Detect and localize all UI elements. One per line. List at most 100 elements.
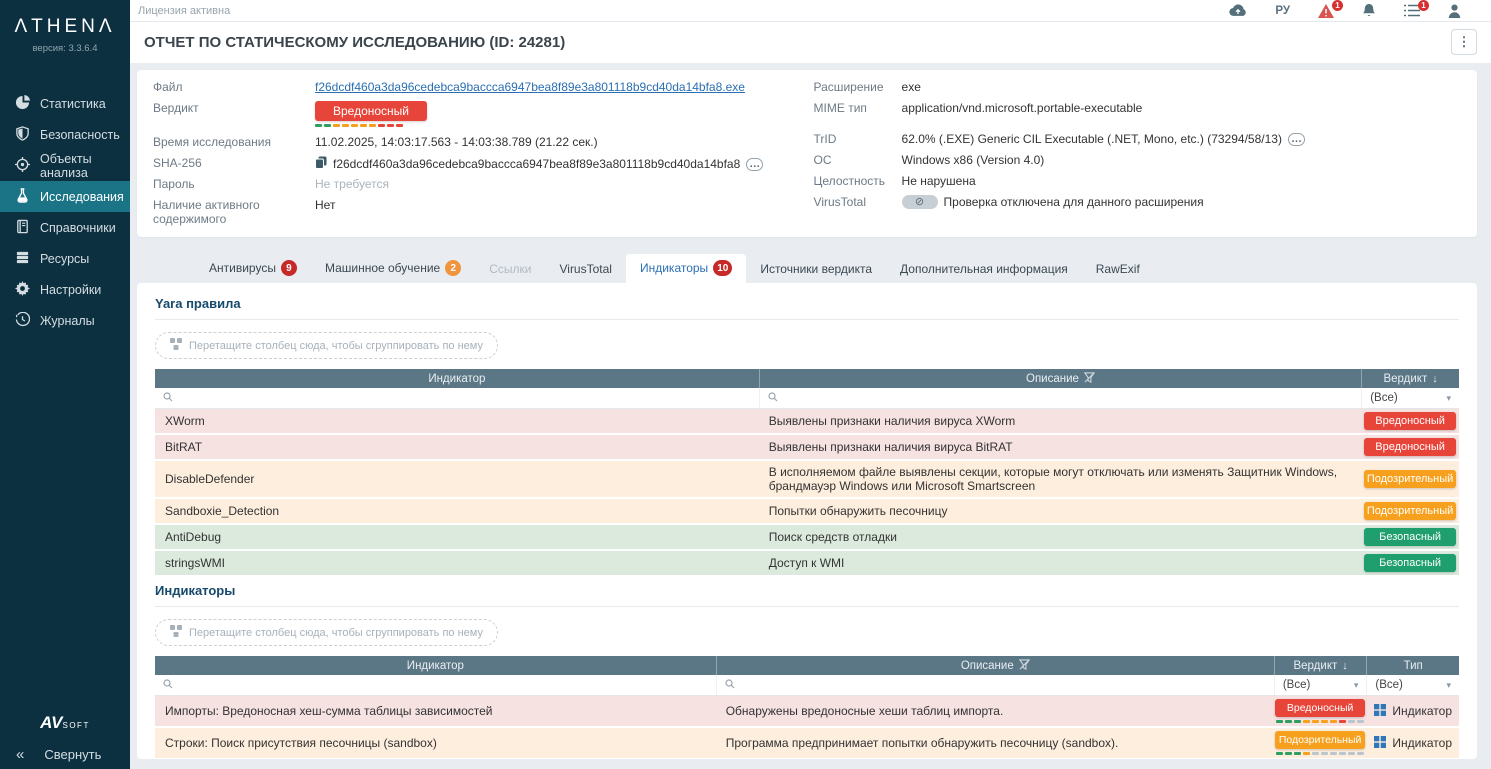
group-icon xyxy=(170,338,182,353)
column-header-verdict[interactable]: Вердикт↓ xyxy=(1274,656,1367,675)
tab-links: Ссылки xyxy=(475,256,545,283)
kebab-menu-button[interactable]: ⋮ xyxy=(1451,29,1477,55)
column-header-type[interactable]: Тип xyxy=(1366,656,1459,675)
app-version: версия: 3.3.6.4 xyxy=(0,43,130,54)
indicator-cell: DisableDefender xyxy=(155,468,759,490)
indicators-description-filter[interactable] xyxy=(716,675,1274,695)
indicator-row-imports-hash[interactable]: Импорты: Вредоносная хеш-сумма таблицы з… xyxy=(155,696,1459,728)
sort-desc-icon: ↓ xyxy=(1432,373,1438,385)
sidebar-collapse-button[interactable]: « Свернуть xyxy=(0,746,130,763)
copy-icon[interactable] xyxy=(315,156,327,172)
indicators-section-heading: Индикаторы xyxy=(155,583,1459,607)
verdict-chip: Вредоносный xyxy=(1364,412,1456,430)
cloud-upload-icon[interactable] xyxy=(1229,4,1247,17)
field-label: Вердикт xyxy=(153,101,315,115)
field-label: SHA-256 xyxy=(153,156,315,170)
yara-group-dropzone[interactable]: Перетащите столбец сюда, чтобы сгруппиро… xyxy=(155,332,498,359)
sidebar-item-label: Справочники xyxy=(40,221,116,235)
verdict-badge: Вредоносный xyxy=(315,101,427,121)
tab-badge: 9 xyxy=(281,260,297,276)
indicators-type-filter-dropdown[interactable]: (Все)▾ xyxy=(1366,675,1459,695)
tab-antiviruses[interactable]: Антивирусы9 xyxy=(195,254,311,283)
yara-verdict-filter-dropdown[interactable]: (Все)▾ xyxy=(1361,388,1459,408)
yara-row-disabledefender[interactable]: DisableDefender В исполняемом файле выяв… xyxy=(155,461,1459,499)
collapse-label: Свернуть xyxy=(44,747,101,762)
verdict-chip: Безопасный xyxy=(1364,528,1456,546)
prohibition-icon: ⊘ xyxy=(915,197,924,208)
chevron-down-icon: ▾ xyxy=(1446,393,1451,404)
tab-additional-info[interactable]: Дополнительная информация xyxy=(886,256,1082,283)
yara-row-bitrat[interactable]: BitRAT Выявлены признаки наличия вируса … xyxy=(155,435,1459,461)
search-icon xyxy=(163,391,173,405)
tab-machine-learning[interactable]: Машинное обучение2 xyxy=(311,254,475,283)
field-label: Пароль xyxy=(153,177,315,191)
info-row-sha256: SHA-256 f26dcdf460a3da96cedebca9baccca69… xyxy=(153,156,814,175)
yara-row-xworm[interactable]: XWorm Выявлены признаки наличия вируса X… xyxy=(155,409,1459,435)
virustotal-status-value: Проверка отключена для данного расширени… xyxy=(944,195,1204,209)
yara-indicator-filter[interactable] xyxy=(155,388,759,408)
info-row-password: Пароль Не требуется xyxy=(153,177,814,196)
group-icon xyxy=(170,625,182,640)
type-cell: Индикатор xyxy=(1366,732,1459,755)
bell-icon[interactable] xyxy=(1362,3,1376,18)
tab-indicators[interactable]: Индикаторы10 xyxy=(626,254,746,283)
virustotal-disabled-toggle[interactable]: ⊘ xyxy=(902,195,938,209)
tab-verdict-sources[interactable]: Источники вердикта xyxy=(746,256,886,283)
indicators-table-header: Индикатор Описание Вердикт↓ Тип xyxy=(155,656,1459,675)
info-row-integrity: Целостность Не нарушена xyxy=(814,174,1461,193)
field-label: Расширение xyxy=(814,80,902,94)
sidebar-item-references[interactable]: Справочники xyxy=(0,212,130,243)
description-cell: Доступ к WMI xyxy=(759,552,1361,574)
sidebar-item-label: Безопасность xyxy=(40,128,120,142)
extension-value: exe xyxy=(902,80,921,94)
os-value: Windows x86 (Version 4.0) xyxy=(902,153,1045,167)
description-cell: Программа предпринимает попытки обнаружи… xyxy=(716,732,1274,754)
column-header-indicator[interactable]: Индикатор xyxy=(155,369,759,388)
yara-row-stringswmi[interactable]: stringsWMI Доступ к WMI Безопасный xyxy=(155,551,1459,577)
sha256-more-button[interactable]: … xyxy=(746,158,763,171)
indicators-verdict-filter-dropdown[interactable]: (Все)▾ xyxy=(1274,675,1367,695)
field-label: Файл xyxy=(153,80,315,94)
sidebar: ΛTHENΛ версия: 3.3.6.4 Статистика Безопа… xyxy=(0,0,130,769)
file-link[interactable]: f26dcdf460a3da96cedebca9baccca6947bea8f8… xyxy=(315,80,745,94)
indicators-group-dropzone[interactable]: Перетащите столбец сюда, чтобы сгруппиро… xyxy=(155,619,498,646)
tab-rawexif[interactable]: RawExif xyxy=(1082,256,1154,283)
indicators-table: Индикатор Описание Вердикт↓ Тип (Все)▾ (… xyxy=(155,656,1459,759)
sidebar-item-security[interactable]: Безопасность xyxy=(0,119,130,150)
language-switcher[interactable]: РУ xyxy=(1275,5,1290,17)
indicator-cell: Строки: Поиск присутствия песочницы (san… xyxy=(155,732,716,754)
trid-more-button[interactable]: … xyxy=(1288,133,1305,146)
indicator-row-sandbox-strings[interactable]: Строки: Поиск присутствия песочницы (san… xyxy=(155,728,1459,759)
sidebar-item-statistics[interactable]: Статистика xyxy=(0,88,130,119)
column-header-verdict[interactable]: Вердикт↓ xyxy=(1361,369,1459,388)
sidebar-item-analysis-objects[interactable]: Объекты анализа xyxy=(0,150,130,181)
indicators-indicator-filter-input xyxy=(177,679,708,691)
user-profile-icon[interactable] xyxy=(1448,4,1461,18)
tab-badge: 2 xyxy=(445,260,461,276)
trid-value: 62.0% (.EXE) Generic CIL Executable (.NE… xyxy=(902,132,1282,146)
info-row-active-content: Наличие активного содержимого Нет xyxy=(153,198,814,226)
sidebar-item-resources[interactable]: Ресурсы xyxy=(0,243,130,274)
yara-description-filter[interactable] xyxy=(759,388,1361,408)
sidebar-item-journals[interactable]: Журналы xyxy=(0,305,130,336)
sidebar-item-investigations[interactable]: Исследования xyxy=(0,181,130,212)
sidebar-item-settings[interactable]: Настройки xyxy=(0,274,130,305)
shield-icon xyxy=(15,126,30,144)
server-icon xyxy=(15,250,30,268)
verdict-chip: Подозрительный xyxy=(1275,731,1365,749)
column-header-description[interactable]: Описание xyxy=(759,369,1361,388)
description-cell: Попытки обнаружить песочницу xyxy=(759,500,1361,522)
verdict-chip: Подозрительный xyxy=(1364,502,1456,520)
column-header-indicator[interactable]: Индикатор xyxy=(155,656,716,675)
indicators-indicator-filter[interactable] xyxy=(155,675,716,695)
task-list-icon[interactable]: 1 xyxy=(1404,4,1420,17)
field-label: Время исследования xyxy=(153,135,315,149)
yara-row-sandboxie[interactable]: Sandboxie_Detection Попытки обнаружить п… xyxy=(155,499,1459,525)
yara-row-antidebug[interactable]: AntiDebug Поиск средств отладки Безопасн… xyxy=(155,525,1459,551)
flask-icon xyxy=(15,188,30,206)
analysis-time-value: 11.02.2025, 14:03:17.563 - 14:03:38.789 … xyxy=(315,135,598,149)
column-header-description[interactable]: Описание xyxy=(716,656,1274,675)
field-label: ОС xyxy=(814,153,902,167)
tab-virustotal[interactable]: VirusTotal xyxy=(545,256,625,283)
warning-alerts-icon[interactable]: 1 xyxy=(1318,4,1334,18)
